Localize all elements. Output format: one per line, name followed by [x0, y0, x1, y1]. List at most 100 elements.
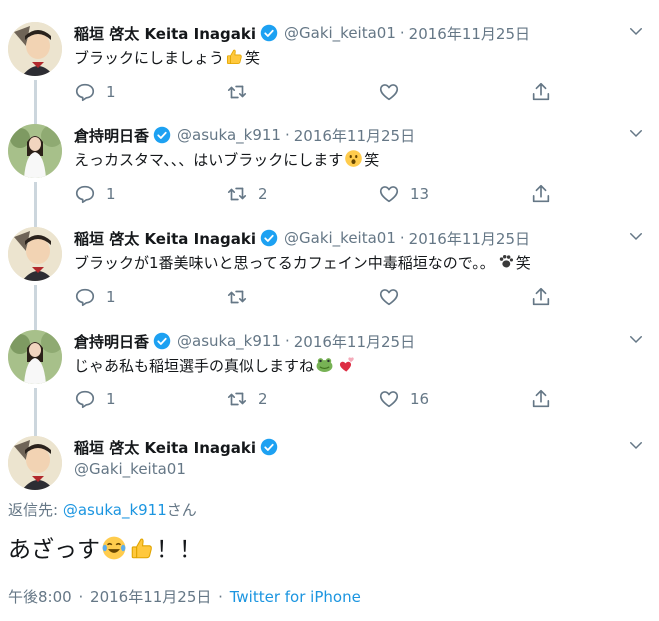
verified-badge-icon: [260, 229, 278, 247]
thread-line: [34, 182, 37, 232]
share-icon: [532, 389, 550, 408]
tweet-actions: 1 2 13: [74, 182, 564, 206]
tears-of-joy-emoji: [101, 535, 127, 561]
tweet-header: 稲垣 啓太 Keita Inagaki: [74, 436, 284, 458]
reply-mention-link[interactable]: @asuka_k911: [63, 501, 167, 519]
verified-badge-icon: [260, 438, 278, 456]
retweet-button[interactable]: [226, 80, 258, 104]
like-button[interactable]: 13: [378, 182, 429, 206]
tweet-text-body: えっカスタマ、、、はいブラックにします: [74, 151, 344, 169]
tweet-header: 稲垣 啓太 Keita Inagaki @Gaki_keita01 · 2016…: [74, 227, 530, 249]
tweet-text: えっカスタマ、、、はいブラックにします 笑: [74, 149, 379, 171]
tweet-date[interactable]: 2016年11月25日: [90, 588, 211, 606]
tweet-header: 倉持明日香 @asuka_k911 · 2016年11月25日: [74, 124, 415, 146]
tweet-text-body: ブラックが1番美味いと思ってるカフェイン中毒稲垣なので。。: [74, 254, 495, 272]
reply-icon: [75, 185, 95, 204]
user-handle[interactable]: @Gaki_keita01: [74, 460, 186, 478]
display-name[interactable]: 倉持明日香: [74, 125, 149, 146]
tweet-time[interactable]: 午後8:00: [8, 588, 72, 606]
display-name[interactable]: 稲垣 啓太 Keita Inagaki: [74, 437, 256, 458]
share-icon: [532, 184, 550, 203]
retweet-icon: [227, 85, 247, 99]
reply-icon: [75, 83, 95, 102]
tweet-date[interactable]: 2016年11月25日: [409, 228, 530, 249]
display-name[interactable]: 稲垣 啓太 Keita Inagaki: [74, 23, 256, 44]
like-count: 16: [410, 390, 430, 408]
chevron-down-icon[interactable]: [627, 227, 645, 245]
avatar-inagaki[interactable]: [8, 436, 62, 490]
tweet-actions: 1 2 16: [74, 387, 564, 411]
avatar-kuramochi[interactable]: [8, 124, 62, 178]
tweet-date[interactable]: 2016年11月25日: [409, 23, 530, 44]
separator-dot: ·: [399, 24, 405, 42]
separator-dot: ·: [78, 588, 84, 606]
user-handle[interactable]: @Gaki_keita01: [284, 24, 396, 42]
avatar-kuramochi[interactable]: [8, 330, 62, 384]
share-button[interactable]: [530, 387, 562, 411]
retweet-icon: [227, 392, 247, 406]
user-handle[interactable]: @asuka_k911: [177, 332, 281, 350]
like-button[interactable]: 16: [378, 387, 429, 411]
tweet-actions: 1: [74, 285, 564, 309]
tweet-text: じゃあ私も稲垣選手の真似しますね: [74, 355, 356, 377]
tweet-text: ブラックにしましょう 笑: [74, 47, 260, 69]
retweet-count: 2: [258, 185, 268, 203]
verified-badge-icon: [153, 126, 171, 144]
user-handle[interactable]: @asuka_k911: [177, 126, 281, 144]
like-icon: [379, 84, 399, 101]
display-name[interactable]: 倉持明日香: [74, 331, 149, 352]
reply-count: 1: [106, 288, 116, 306]
share-icon: [532, 287, 550, 306]
tweet-text-suffix: 笑: [364, 151, 380, 169]
reply-count: 1: [106, 185, 116, 203]
verified-badge-icon: [153, 332, 171, 350]
chevron-down-icon[interactable]: [627, 22, 645, 40]
tweet-text-body: ブラックにしましょう: [74, 49, 225, 67]
like-button[interactable]: [378, 80, 410, 104]
chevron-down-icon[interactable]: [627, 330, 645, 348]
share-button[interactable]: [530, 80, 562, 104]
tweet-date[interactable]: 2016年11月25日: [294, 125, 415, 146]
frog-emoji: [315, 355, 334, 374]
retweet-count: 2: [258, 390, 268, 408]
retweet-icon: [227, 187, 247, 201]
replying-to: 返信先: @asuka_k911さん: [8, 499, 197, 520]
retweet-button[interactable]: [226, 285, 258, 309]
tweet-text-body: じゃあ私も稲垣選手の真似しますね: [74, 357, 315, 375]
tweet-meta: 午後8:00 · 2016年11月25日 · Twitter for iPhon…: [8, 586, 361, 607]
chevron-down-icon[interactable]: [627, 124, 645, 142]
like-button[interactable]: [378, 285, 410, 309]
retweet-button[interactable]: 2: [226, 387, 268, 411]
reply-button[interactable]: 1: [74, 387, 116, 411]
like-icon: [379, 186, 399, 203]
share-button[interactable]: [530, 285, 562, 309]
tweet-text-suffix: 笑: [515, 254, 531, 272]
paw-emoji: [496, 252, 515, 271]
reply-count: 1: [106, 390, 116, 408]
tweet-header: 稲垣 啓太 Keita Inagaki @Gaki_keita01 · 2016…: [74, 22, 530, 44]
reply-button[interactable]: 1: [74, 80, 116, 104]
tweet-text-suffix: 笑: [245, 49, 261, 67]
replying-to-label: 返信先:: [8, 501, 63, 519]
user-handle[interactable]: @Gaki_keita01: [284, 229, 396, 247]
avatar-inagaki[interactable]: [8, 227, 62, 281]
separator-dot: ·: [399, 229, 405, 247]
display-name[interactable]: 稲垣 啓太 Keita Inagaki: [74, 228, 256, 249]
reply-button[interactable]: 1: [74, 182, 116, 206]
chevron-down-icon[interactable]: [627, 436, 645, 454]
avatar-inagaki[interactable]: [8, 22, 62, 76]
share-icon: [532, 82, 550, 101]
share-button[interactable]: [530, 182, 562, 206]
reply-count: 1: [106, 83, 116, 101]
like-count: 13: [410, 185, 430, 203]
main-tweet-text-suffix: ！！: [156, 537, 202, 563]
reply-button[interactable]: 1: [74, 285, 116, 309]
thread-line: [34, 388, 37, 436]
retweet-button[interactable]: 2: [226, 182, 268, 206]
tweet-header: 倉持明日香 @asuka_k911 · 2016年11月25日: [74, 330, 415, 352]
thread-line: [34, 80, 37, 128]
thread-line: [34, 285, 37, 333]
tweet-date[interactable]: 2016年11月25日: [294, 331, 415, 352]
like-icon: [379, 289, 399, 306]
tweet-source-link[interactable]: Twitter for iPhone: [230, 588, 361, 606]
